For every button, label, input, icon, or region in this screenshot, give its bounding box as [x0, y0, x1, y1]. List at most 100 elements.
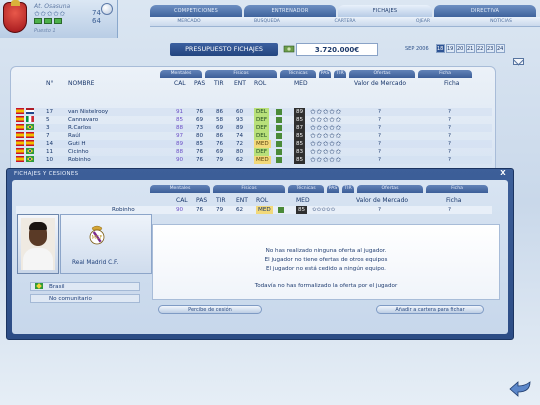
- player-valor: ?: [378, 125, 381, 131]
- player-photo: [21, 218, 55, 270]
- player-ent: 72: [236, 141, 244, 147]
- table-row[interactable]: 11 Cicinho 88 76 69 80 DEF 83 ✩✩✩✩✩ ? ?: [16, 148, 492, 156]
- group-ficha[interactable]: Ficha: [426, 185, 488, 193]
- player-med: 89: [294, 108, 306, 116]
- subtab-mercado[interactable]: MERCADO: [150, 17, 228, 26]
- player-ficha: ?: [448, 157, 451, 163]
- player-med: 85: [294, 140, 306, 148]
- rating-top: 74: [92, 9, 101, 17]
- table-row[interactable]: 5 Cannavaro 85 69 58 93 DEF 85 ✩✩✩✩✩ ? ?: [16, 116, 492, 124]
- close-icon[interactable]: X: [498, 169, 508, 178]
- player-ficha: ?: [448, 109, 451, 115]
- group-fisicos[interactable]: Físicos: [205, 70, 277, 78]
- table-row[interactable]: 14 Guti H 89 85 76 72 MED 85 ✩✩✩✩✩ ? ?: [16, 140, 492, 148]
- player-tir: 76: [216, 141, 224, 147]
- calendar-day[interactable]: 21: [465, 44, 475, 53]
- table-row[interactable]: 3 R.Carlos 88 73 69 89 DEF 87 ✩✩✩✩✩ ? ?: [16, 124, 492, 132]
- player-name[interactable]: Cannavaro: [68, 116, 98, 124]
- shirt-icon: [276, 157, 282, 163]
- group-tir[interactable]: TIR: [342, 185, 354, 193]
- manager-name: At. Osasuna: [34, 3, 71, 10]
- group-ofertas[interactable]: Ofertas: [357, 185, 423, 193]
- player-cal: 90: [176, 157, 184, 163]
- player-pas: 76: [196, 207, 204, 213]
- calendar-day[interactable]: 18: [435, 44, 445, 53]
- player-num: 3: [46, 125, 50, 131]
- group-ofertas[interactable]: Ofertas: [349, 70, 415, 78]
- calendar-strip: SEP 2006 18 19 20 21 22 23 24: [405, 44, 505, 53]
- tab-competiciones[interactable]: COMPETICIONES: [150, 5, 242, 17]
- group-mentales[interactable]: Mentales: [160, 70, 202, 78]
- table-row[interactable]: 17 van Nistelrooy 91 76 86 60 DEL 89 ✩✩✩…: [16, 108, 492, 116]
- player-stars: ✩✩✩✩✩: [310, 156, 342, 164]
- header-ficha[interactable]: Ficha: [444, 80, 459, 87]
- tab-fichajes[interactable]: FICHAJES: [338, 5, 432, 17]
- group-pas[interactable]: PAS: [327, 185, 339, 193]
- header-med[interactable]: MED: [294, 80, 308, 87]
- subtab-noticias[interactable]: NOTICIAS: [462, 17, 540, 26]
- header-ent[interactable]: ENT: [234, 80, 246, 87]
- player-tir: 86: [216, 109, 224, 115]
- budget-label: PRESUPUESTO FICHAJES: [170, 43, 278, 56]
- subtab-busqueda[interactable]: BUSQUEDA: [228, 17, 306, 26]
- club-name: Real Madrid C.F.: [72, 260, 119, 266]
- calendar-day[interactable]: 22: [475, 44, 485, 53]
- player-stars: ✩✩✩✩✩: [310, 132, 342, 140]
- player-ficha: ?: [448, 133, 451, 139]
- table-row[interactable]: 7 Raúl 97 80 86 74 DEL 85 ✩✩✩✩✩ ? ?: [16, 132, 492, 140]
- header-pas[interactable]: PAS: [194, 80, 205, 87]
- group-pas[interactable]: PAS: [319, 70, 331, 78]
- group-mentales[interactable]: Mentales: [150, 185, 210, 193]
- calendar-day[interactable]: 20: [455, 44, 465, 53]
- mail-icon[interactable]: [513, 58, 524, 65]
- main-tabs: COMPETICIONES ENTRENADOR FICHAJES DIRECT…: [150, 5, 536, 17]
- photo-shirt: [23, 248, 53, 270]
- player-name[interactable]: Cicinho: [68, 148, 89, 156]
- player-ficha: ?: [448, 149, 451, 155]
- ball-icon[interactable]: [101, 3, 113, 15]
- group-fisicos[interactable]: Físicos: [213, 185, 285, 193]
- tab-entrenador[interactable]: ENTRENADOR: [244, 5, 336, 17]
- player-rol: DEF: [254, 116, 270, 124]
- back-arrow-icon[interactable]: [508, 378, 534, 398]
- player-valor: ?: [378, 149, 381, 155]
- header-med: MED: [296, 197, 310, 204]
- group-tecnicas[interactable]: Técnicas: [280, 70, 316, 78]
- subtab-ojear[interactable]: OJEAR: [384, 17, 462, 26]
- player-valor: ?: [378, 109, 381, 115]
- group-tir[interactable]: TIR: [334, 70, 346, 78]
- calendar-day[interactable]: 23: [485, 44, 495, 53]
- player-name[interactable]: van Nistelrooy: [68, 108, 108, 116]
- header-nombre[interactable]: NOMBRE: [68, 80, 94, 87]
- header-cal[interactable]: CAL: [174, 80, 186, 87]
- player-name[interactable]: Robinho: [68, 156, 91, 164]
- selected-player-row[interactable]: Robinho 90 76 79 62 MED 85 ✩✩✩✩✩ ? ?: [16, 206, 492, 214]
- player-name[interactable]: Guti H: [68, 140, 86, 148]
- player-cal: 88: [176, 125, 184, 131]
- group-ficha[interactable]: Ficha: [418, 70, 472, 78]
- header-rol[interactable]: ROL: [254, 80, 266, 87]
- group-tecnicas[interactable]: Técnicas: [288, 185, 324, 193]
- shirt-icon: [276, 133, 282, 139]
- table-row[interactable]: 10 Robinho 90 76 79 62 MED 85 ✩✩✩✩✩ ? ?: [16, 156, 492, 164]
- player-cal: 97: [176, 133, 184, 139]
- loan-button[interactable]: Percibe de cesión: [158, 305, 262, 314]
- player-stars: ✩✩✩✩✩: [310, 108, 342, 116]
- modal-table-header: CAL PAS TIR ENT ROL MED Valor de Mercado…: [16, 197, 492, 205]
- manager-stars: ✩✩✩✩✩: [34, 10, 66, 18]
- player-tir: 79: [216, 207, 224, 213]
- header-valor[interactable]: Valor de Mercado: [354, 80, 406, 87]
- tab-directiva[interactable]: DIRECTIVA: [434, 5, 536, 17]
- player-ficha: ?: [448, 117, 451, 123]
- nationality-field: Brasil: [30, 282, 140, 291]
- form-box: [44, 18, 52, 24]
- add-to-portfolio-button[interactable]: Añadir a cartera para fichar: [376, 305, 484, 314]
- player-num: 17: [46, 109, 54, 115]
- player-name[interactable]: Raúl: [68, 132, 80, 140]
- calendar-day[interactable]: 19: [445, 44, 455, 53]
- calendar-day[interactable]: 24: [495, 44, 505, 53]
- header-ent: ENT: [236, 197, 248, 204]
- header-tir[interactable]: TIR: [214, 80, 224, 87]
- subtab-cartera[interactable]: CARTERA: [306, 17, 384, 26]
- player-name[interactable]: R.Carlos: [68, 124, 91, 132]
